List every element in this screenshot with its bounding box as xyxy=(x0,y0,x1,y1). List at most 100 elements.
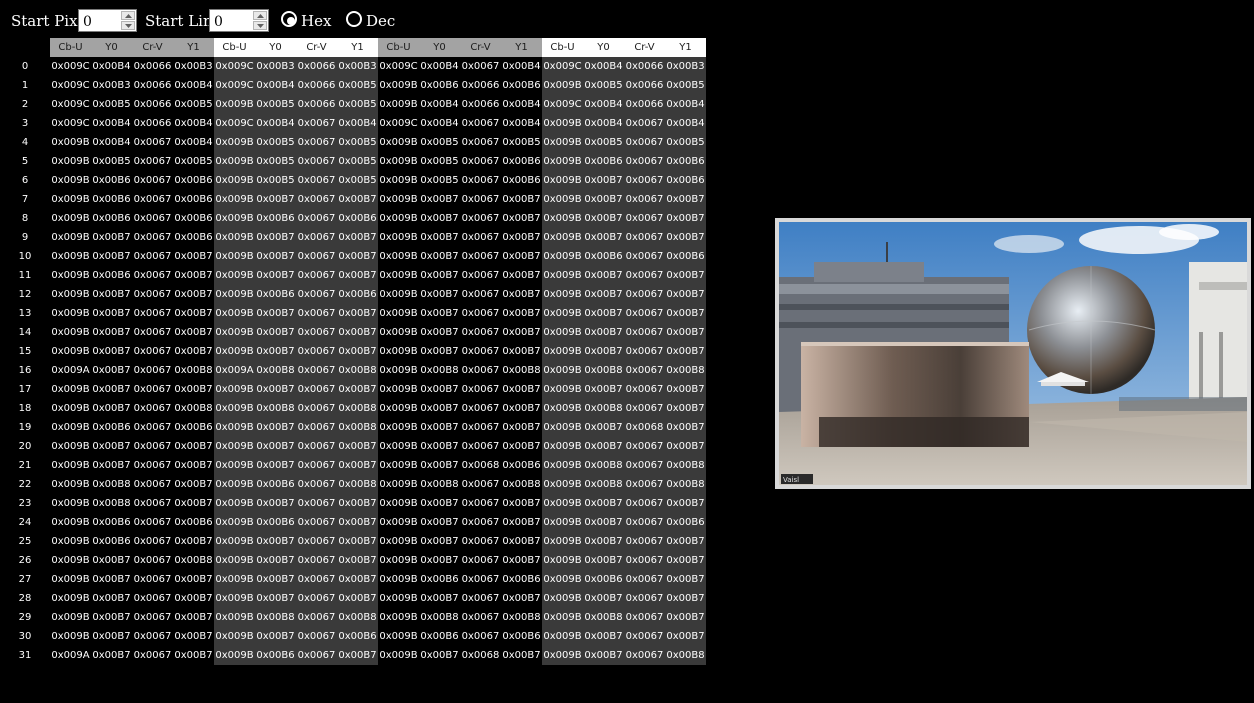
pixel-value-cell: 0x00B7 xyxy=(501,304,542,323)
pixel-value-cell: 0x0067 xyxy=(296,361,337,380)
pixel-value-cell: 0x00B7 xyxy=(91,456,132,475)
radio-hex[interactable]: Hex xyxy=(281,11,333,31)
pixel-value-cell: 0x009B xyxy=(50,152,91,171)
row-index: 3 xyxy=(0,114,50,133)
pixel-value-cell: 0x00B7 xyxy=(91,437,132,456)
pixel-value-cell: 0x00B7 xyxy=(583,209,624,228)
row-index: 1 xyxy=(0,76,50,95)
pixel-value-cell: 0x00B5 xyxy=(91,95,132,114)
row-index: 26 xyxy=(0,551,50,570)
pixel-value-cell: 0x00B7 xyxy=(583,551,624,570)
pixel-value-cell: 0x00B7 xyxy=(91,589,132,608)
pixel-value-cell: 0x00B7 xyxy=(255,247,296,266)
spin-down-icon[interactable] xyxy=(121,21,135,30)
pixel-value-cell: 0x0067 xyxy=(624,437,665,456)
pixel-value-cell: 0x00B7 xyxy=(91,399,132,418)
pixel-value-cell: 0x00B8 xyxy=(665,475,706,494)
table-row: 17 0x009B 0x00B7 0x0067 0x00B7 0x009B 0x00B7 0x… xyxy=(0,380,706,399)
start-line-spinbox[interactable] xyxy=(209,9,269,32)
pixel-value-cell: 0x009B xyxy=(542,114,583,133)
pixel-value-cell: 0x00B6 xyxy=(255,285,296,304)
pixel-value-cell: 0x00B5 xyxy=(419,133,460,152)
pixel-value-cell: 0x0067 xyxy=(624,190,665,209)
pixel-value-cell: 0x0067 xyxy=(624,513,665,532)
pixel-value-cell: 0x00B4 xyxy=(501,57,542,76)
spin-down-icon[interactable] xyxy=(253,21,267,30)
table-row: 21 0x009B 0x00B7 0x0067 0x00B7 0x009B 0x00B7 0x… xyxy=(0,456,706,475)
start-pixel-spinner[interactable] xyxy=(121,11,135,30)
pixel-value-cell: 0x00B4 xyxy=(501,95,542,114)
pixel-value-cell: 0x00B8 xyxy=(501,361,542,380)
pixel-value-cell: 0x00B7 xyxy=(255,437,296,456)
pixel-value-cell: 0x00B7 xyxy=(91,247,132,266)
pixel-value-cell: 0x0067 xyxy=(132,190,173,209)
pixel-value-cell: 0x00B6 xyxy=(583,247,624,266)
pixel-value-cell: 0x00B7 xyxy=(665,399,706,418)
pixel-value-cell: 0x00B7 xyxy=(173,323,214,342)
pixel-value-cell: 0x0068 xyxy=(624,418,665,437)
pixel-value-cell: 0x00B7 xyxy=(337,513,378,532)
pixel-value-cell: 0x0067 xyxy=(296,323,337,342)
pixel-value-cell: 0x00B7 xyxy=(173,437,214,456)
pixel-value-cell: 0x00B4 xyxy=(255,76,296,95)
pixel-value-cell: 0x00B3 xyxy=(255,57,296,76)
pixel-value-cell: 0x00B7 xyxy=(337,589,378,608)
pixel-value-cell: 0x0067 xyxy=(296,209,337,228)
pixel-value-cell: 0x0067 xyxy=(296,228,337,247)
pixel-value-cell: 0x00B7 xyxy=(501,266,542,285)
pixel-value-cell: 0x00B7 xyxy=(255,456,296,475)
pixel-value-cell: 0x009B xyxy=(214,209,255,228)
pixel-value-cell: 0x00B8 xyxy=(255,361,296,380)
row-index: 0 xyxy=(0,57,50,76)
row-index: 20 xyxy=(0,437,50,456)
row-index: 21 xyxy=(0,456,50,475)
pixel-value-cell: 0x00B7 xyxy=(419,513,460,532)
pixel-value-cell: 0x00B8 xyxy=(583,475,624,494)
pixel-value-cell: 0x0067 xyxy=(460,494,501,513)
pixel-value-cell: 0x0067 xyxy=(460,133,501,152)
row-index: 23 xyxy=(0,494,50,513)
pixel-value-cell: 0x00B7 xyxy=(337,190,378,209)
pixel-value-cell: 0x009C xyxy=(50,76,91,95)
column-header: Y0 xyxy=(91,38,132,57)
table-row: 29 0x009B 0x00B7 0x0067 0x00B7 0x009B 0x00B8 0x… xyxy=(0,608,706,627)
radio-hex-label: Hex xyxy=(301,12,332,30)
start-pixel-spinbox[interactable] xyxy=(78,9,137,32)
pixel-value-cell: 0x00B5 xyxy=(255,171,296,190)
start-line-spinner[interactable] xyxy=(253,11,267,30)
pixel-value-cell: 0x00B7 xyxy=(255,323,296,342)
pixel-value-cell: 0x00B7 xyxy=(501,551,542,570)
pixel-value-cell: 0x00B7 xyxy=(337,247,378,266)
pixel-value-cell: 0x00B4 xyxy=(501,114,542,133)
pixel-value-cell: 0x00B7 xyxy=(173,266,214,285)
column-header: Cr-V xyxy=(624,38,665,57)
pixel-value-cell: 0x00B7 xyxy=(173,570,214,589)
pixel-value-cell: 0x00B7 xyxy=(173,285,214,304)
pixel-value-cell: 0x00B4 xyxy=(91,133,132,152)
pixel-value-cell: 0x00B7 xyxy=(665,532,706,551)
pixel-value-cell: 0x00B4 xyxy=(173,114,214,133)
preview-image: Vaisl xyxy=(779,222,1247,485)
spin-up-icon[interactable] xyxy=(121,11,135,20)
pixel-value-cell: 0x0067 xyxy=(296,532,337,551)
pixel-value-cell: 0x009B xyxy=(542,323,583,342)
pixel-value-cell: 0x00B7 xyxy=(419,551,460,570)
radio-dec-label: Dec xyxy=(366,12,396,30)
pixel-value-cell: 0x009B xyxy=(542,570,583,589)
pixel-value-cell: 0x00B7 xyxy=(583,437,624,456)
pixel-value-cell: 0x0066 xyxy=(132,95,173,114)
pixel-value-cell: 0x009B xyxy=(50,494,91,513)
pixel-value-cell: 0x009C xyxy=(50,95,91,114)
radio-checked-icon[interactable] xyxy=(281,11,297,27)
spin-up-icon[interactable] xyxy=(253,11,267,20)
pixel-value-cell: 0x009B xyxy=(542,304,583,323)
pixel-value-cell: 0x00B8 xyxy=(419,608,460,627)
pixel-value-cell: 0x0067 xyxy=(132,627,173,646)
radio-dec[interactable]: Dec xyxy=(346,11,396,31)
radio-unchecked-icon[interactable] xyxy=(346,11,362,27)
pixel-value-cell: 0x009B xyxy=(542,133,583,152)
pixel-value-cell: 0x0067 xyxy=(132,570,173,589)
pixel-value-cell: 0x009B xyxy=(542,475,583,494)
table-row: 24 0x009B 0x00B6 0x0067 0x00B6 0x009B 0x00B6 0x… xyxy=(0,513,706,532)
pixel-value-cell: 0x009C xyxy=(542,57,583,76)
